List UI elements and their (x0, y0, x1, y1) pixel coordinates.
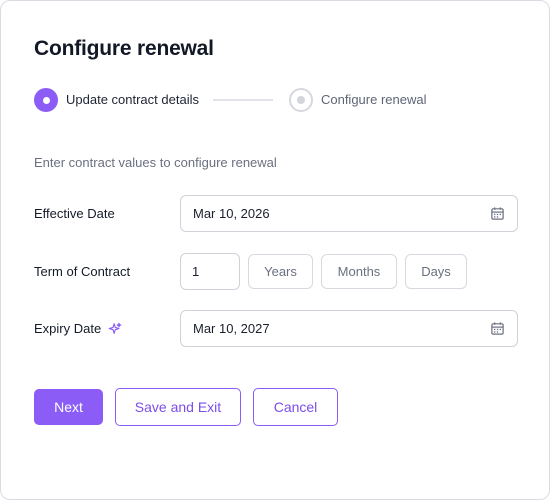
term-value-input[interactable]: 1 (180, 253, 240, 290)
effective-date-field[interactable]: Mar 10, 2026 (180, 195, 518, 232)
cancel-button[interactable]: Cancel (253, 388, 338, 426)
step-active-indicator-icon (34, 88, 58, 112)
effective-date-value: Mar 10, 2026 (193, 206, 270, 221)
stepper: Update contract details Configure renewa… (34, 88, 426, 112)
expiry-date-label-text: Expiry Date (34, 321, 102, 336)
configure-renewal-dialog: Configure renewal Update contract detail… (0, 0, 550, 500)
calendar-icon[interactable] (490, 206, 505, 221)
expiry-date-value: Mar 10, 2027 (193, 321, 270, 336)
term-of-contract-label: Term of Contract (34, 264, 180, 279)
step-label: Configure renewal (320, 92, 427, 107)
effective-date-row: Effective Date Mar 10, 2026 (34, 195, 518, 232)
expiry-date-field[interactable]: Mar 10, 2027 (180, 310, 518, 347)
save-and-exit-button[interactable]: Save and Exit (115, 388, 241, 426)
step-update-contract-details[interactable]: Update contract details (34, 88, 199, 112)
expiry-date-label: Expiry Date (34, 321, 180, 336)
term-of-contract-label-text: Term of Contract (34, 264, 131, 279)
step-label: Update contract details (66, 92, 199, 107)
effective-date-label: Effective Date (34, 206, 180, 221)
unit-years-button[interactable]: Years (248, 254, 313, 289)
calendar-icon[interactable] (490, 321, 505, 336)
step-configure-renewal[interactable]: Configure renewal (288, 88, 427, 112)
expiry-date-row: Expiry Date Mar 10, 2027 (34, 310, 518, 347)
sparkle-icon (108, 322, 122, 336)
unit-months-button[interactable]: Months (321, 254, 397, 289)
term-of-contract-row: Term of Contract 1 Years Months Days (34, 253, 467, 290)
effective-date-label-text: Effective Date (34, 206, 115, 221)
dialog-title: Configure renewal (34, 37, 214, 60)
next-button[interactable]: Next (34, 389, 103, 425)
step-connector (212, 99, 273, 101)
form-instructions: Enter contract values to configure renew… (34, 155, 277, 170)
step-inactive-indicator-icon (288, 88, 313, 112)
unit-days-button[interactable]: Days (405, 254, 467, 289)
